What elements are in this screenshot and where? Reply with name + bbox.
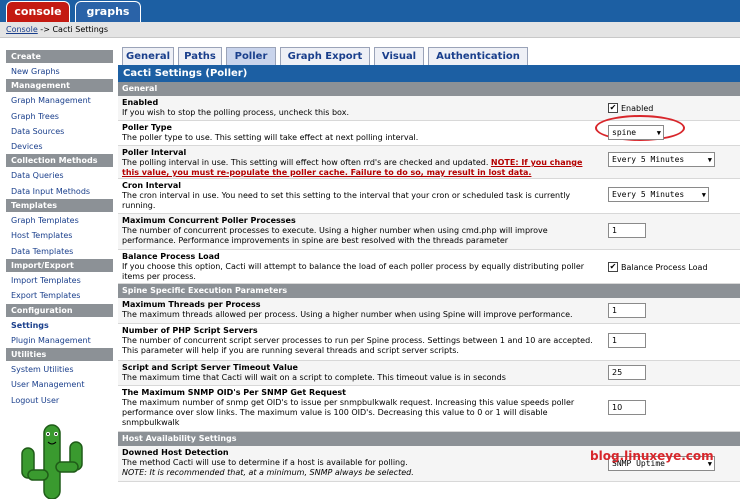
- desc-php-servers: The number of concurrent script server p…: [122, 336, 593, 355]
- label-snmp-oids: The Maximum SNMP OID's Per SNMP Get Requ…: [122, 388, 346, 397]
- enabled-checkbox-label: Enabled: [621, 103, 654, 113]
- settings-panel: General Paths Poller Graph Export Visual Auth…: [118, 47, 740, 482]
- sidebar-item-import-templates[interactable]: Import Templates: [6, 272, 113, 289]
- chevron-down-icon: ▼: [707, 156, 712, 164]
- sidebar-item-user-management[interactable]: User Management: [6, 377, 113, 393]
- chevron-down-icon: ▼: [656, 129, 661, 137]
- desc-poller-interval: The polling interval in use. This settin…: [122, 158, 602, 178]
- breadcrumb-separator: ->: [37, 25, 53, 34]
- desc-max-threads: The maximum threads allowed per process.…: [122, 310, 573, 319]
- breadcrumb: Console -> Cacti Settings: [6, 25, 108, 34]
- sidebar-heading-configuration: Configuration: [6, 303, 113, 318]
- row-max-procs: Maximum Concurrent Poller Processes The …: [118, 214, 740, 250]
- cron-interval-value: Every 5 Minutes: [612, 190, 685, 199]
- sidebar-item-graph-trees[interactable]: Graph Trees: [6, 108, 113, 124]
- desc-max-procs: The number of concurrent processes to ex…: [122, 226, 548, 245]
- snmp-oids-input[interactable]: 10: [608, 400, 646, 415]
- tab-paths[interactable]: Paths: [178, 47, 222, 65]
- row-cron-interval: Cron Interval The cron interval in use. …: [118, 179, 740, 214]
- poller-type-control: spine ▼: [608, 125, 664, 140]
- breadcrumb-current: Cacti Settings: [52, 25, 109, 34]
- desc-poller-type: The poller type to use. This setting wil…: [122, 133, 419, 142]
- sidebar-item-new-graphs[interactable]: New Graphs: [6, 64, 113, 80]
- sidebar-heading-create: Create: [6, 50, 113, 64]
- label-balance-load: Balance Process Load: [122, 252, 220, 261]
- sidebar-item-plugin-management[interactable]: Plugin Management: [6, 332, 113, 349]
- poller-interval-value: Every 5 Minutes: [612, 155, 685, 164]
- enabled-control: ✔ Enabled: [608, 103, 653, 113]
- sidebar-item-graph-management[interactable]: Graph Management: [6, 93, 113, 109]
- sidebar-item-data-input-methods[interactable]: Data Input Methods: [6, 183, 113, 200]
- sidebar-item-settings[interactable]: Settings: [6, 317, 113, 333]
- cactus-logo: [21, 424, 83, 499]
- poller-interval-control: Every 5 Minutes ▼: [608, 152, 715, 167]
- max-procs-control: 1: [608, 223, 646, 238]
- section-spine: Spine Specific Execution Parameters: [118, 284, 740, 298]
- sidebar-item-data-queries[interactable]: Data Queries: [6, 168, 113, 184]
- sidebar-heading-management: Management: [6, 79, 113, 94]
- breadcrumb-bar: Console -> Cacti Settings: [0, 22, 740, 38]
- panel-title: Cacti Settings (Poller): [118, 65, 740, 82]
- section-host-availability: Host Availability Settings: [118, 432, 740, 446]
- timeout-input[interactable]: 25: [608, 365, 646, 380]
- sidebar-item-graph-templates[interactable]: Graph Templates: [6, 213, 113, 229]
- max-threads-input[interactable]: 1: [608, 303, 646, 318]
- desc-balance-load: If you choose this option, Cacti will at…: [122, 262, 585, 281]
- sidebar-item-devices[interactable]: Devices: [6, 139, 113, 155]
- desc-snmp-oids: The maximum number of snmp get OID's to …: [122, 398, 575, 427]
- desc-timeout: The maximum time that Cacti will wait on…: [122, 373, 506, 382]
- section-general: General: [118, 82, 740, 96]
- poller-type-select[interactable]: spine ▼: [608, 125, 664, 140]
- watermark: blog.linuxeye.com: [590, 449, 714, 463]
- tab-authentication[interactable]: Authentication: [428, 47, 528, 65]
- row-poller-interval: Poller Interval The polling interval in …: [118, 146, 740, 179]
- desc-cron-interval: The cron interval in use. You need to se…: [122, 191, 571, 210]
- settings-tabs: General Paths Poller Graph Export Visual Auth…: [118, 47, 740, 65]
- row-timeout: Script and Script Server Timeout Value T…: [118, 361, 740, 386]
- breadcrumb-console-link[interactable]: Console: [6, 25, 38, 34]
- poller-type-value: spine: [612, 128, 637, 137]
- sidebar-item-data-templates[interactable]: Data Templates: [6, 243, 113, 259]
- poller-interval-text: The polling interval in use. This settin…: [122, 158, 491, 167]
- php-servers-input[interactable]: 1: [608, 333, 646, 348]
- note-downed-host: NOTE: It is recommended that, at a minim…: [122, 468, 414, 477]
- tab-poller[interactable]: Poller: [226, 47, 276, 65]
- sidebar-item-data-sources[interactable]: Data Sources: [6, 123, 113, 140]
- desc-enabled: If you wish to stop the polling process,…: [122, 108, 349, 117]
- sidebar-item-export-templates[interactable]: Export Templates: [6, 288, 113, 304]
- row-php-servers: Number of PHP Script Servers The number …: [118, 324, 740, 361]
- balance-load-checkbox-label: Balance Process Load: [621, 262, 708, 272]
- row-max-threads: Maximum Threads per Process The maximum …: [118, 298, 740, 324]
- poller-interval-select[interactable]: Every 5 Minutes ▼: [608, 152, 715, 167]
- cron-interval-control: Every 5 Minutes ▼: [608, 187, 709, 202]
- sidebar-heading-utilities: Utilities: [6, 348, 113, 363]
- snmp-oids-control: 10: [608, 400, 646, 415]
- sidebar-heading-collection-methods: Collection Methods: [6, 154, 113, 169]
- desc-downed-host: The method Cacti will use to determine i…: [122, 458, 408, 467]
- sidebar-heading-import-export: Import/Export: [6, 258, 113, 273]
- console-tab[interactable]: console: [6, 1, 70, 22]
- max-threads-control: 1: [608, 303, 646, 318]
- cron-interval-select[interactable]: Every 5 Minutes ▼: [608, 187, 709, 202]
- row-poller-type: Poller Type The poller type to use. This…: [118, 115, 740, 146]
- timeout-control: 25: [608, 365, 646, 380]
- balance-load-checkbox[interactable]: ✔: [608, 262, 618, 272]
- tab-visual[interactable]: Visual: [374, 47, 424, 65]
- balance-load-control: ✔ Balance Process Load: [608, 262, 708, 272]
- row-balance-load: Balance Process Load If you choose this …: [118, 250, 740, 284]
- sidebar-item-system-utilities[interactable]: System Utilities: [6, 362, 113, 378]
- enabled-checkbox[interactable]: ✔: [608, 103, 618, 113]
- tab-general[interactable]: General: [122, 47, 174, 65]
- sidebar-item-logout-user[interactable]: Logout User: [6, 392, 113, 409]
- php-servers-control: 1: [608, 333, 646, 348]
- sidebar-menu: Create New Graphs Management Graph Manageme…: [6, 50, 113, 409]
- chevron-down-icon: ▼: [701, 191, 706, 199]
- sidebar-item-host-templates[interactable]: Host Templates: [6, 228, 113, 244]
- row-snmp-oids: The Maximum SNMP OID's Per SNMP Get Requ…: [118, 386, 740, 432]
- top-nav-bar: console graphs: [0, 0, 740, 22]
- sidebar-heading-templates: Templates: [6, 199, 113, 214]
- tab-graph-export[interactable]: Graph Export: [280, 47, 370, 65]
- graphs-tab[interactable]: graphs: [75, 1, 141, 22]
- max-procs-input[interactable]: 1: [608, 223, 646, 238]
